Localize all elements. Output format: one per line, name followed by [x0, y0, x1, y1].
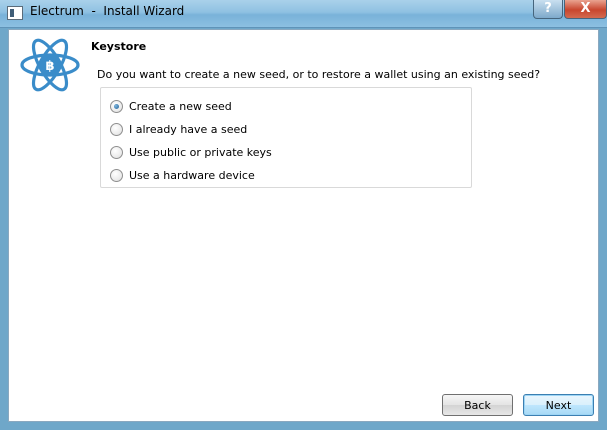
- option-label: Create a new seed: [129, 99, 232, 113]
- close-button[interactable]: X: [564, 0, 607, 19]
- help-button[interactable]: ?: [533, 0, 563, 19]
- option-hardware-device[interactable]: Use a hardware device: [110, 167, 255, 183]
- option-create-new-seed[interactable]: Create a new seed: [110, 98, 232, 114]
- next-button[interactable]: Next: [523, 394, 594, 416]
- question-text: Do you want to create a new seed, or to …: [97, 68, 541, 81]
- radio-keys[interactable]: [110, 145, 123, 159]
- option-have-seed[interactable]: I already have a seed: [110, 121, 247, 137]
- wizard-panel: ฿ Keystore Do you want to create a new s…: [8, 29, 599, 422]
- window-title: Electrum - Install Wizard: [30, 4, 185, 18]
- option-label: Use a hardware device: [129, 168, 255, 182]
- page-heading: Keystore: [91, 40, 147, 53]
- app-icon: [7, 6, 23, 20]
- radio-create-new-seed[interactable]: [110, 99, 123, 113]
- electrum-logo-icon: ฿: [20, 38, 80, 92]
- radio-hardware-device[interactable]: [110, 168, 123, 182]
- option-label: Use public or private keys: [129, 145, 272, 159]
- back-button[interactable]: Back: [442, 394, 513, 416]
- option-label: I already have a seed: [129, 122, 248, 136]
- title-bar[interactable]: Electrum - Install Wizard ? X: [0, 0, 607, 28]
- radio-have-seed[interactable]: [110, 122, 123, 136]
- option-keys[interactable]: Use public or private keys: [110, 144, 272, 160]
- keystore-options-group: Create a new seed I already have a seed …: [100, 87, 472, 188]
- svg-text:฿: ฿: [45, 59, 54, 74]
